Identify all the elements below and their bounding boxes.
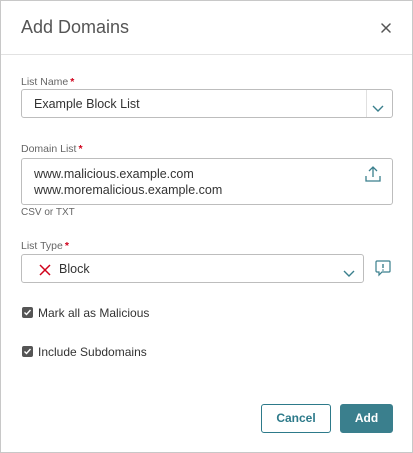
- list-name-combobox[interactable]: Example Block List: [21, 89, 393, 118]
- add-button[interactable]: Add: [340, 404, 393, 433]
- combobox-divider: [366, 90, 367, 117]
- domain-line: www.moremalicious.example.com: [34, 183, 223, 197]
- dialog-title: Add Domains: [21, 17, 130, 37]
- list-type-select[interactable]: Block: [21, 254, 364, 283]
- domain-line: www.malicious.example.com: [34, 167, 194, 181]
- include-subdomains-label: Include Subdomains: [38, 345, 147, 359]
- list-type-label: List Type *: [21, 240, 69, 252]
- chevron-down-icon[interactable]: [343, 265, 355, 277]
- list-name-value: Example Block List: [34, 97, 140, 111]
- file-type-hint: CSV or TXT: [21, 207, 75, 218]
- chevron-down-icon[interactable]: [372, 100, 384, 112]
- required-mark: *: [78, 143, 83, 155]
- mark-malicious-checkbox[interactable]: [22, 307, 33, 318]
- cancel-button[interactable]: Cancel: [261, 404, 331, 433]
- include-subdomains-checkbox[interactable]: [22, 346, 33, 357]
- mark-malicious-label: Mark all as Malicious: [38, 306, 150, 320]
- add-domains-dialog: Add Domains List Name * Example Block Lis…: [0, 0, 413, 453]
- list-name-label: List Name *: [21, 76, 75, 88]
- upload-icon[interactable]: [364, 165, 382, 183]
- domain-list-label: Domain List *: [21, 143, 83, 155]
- required-mark: *: [70, 76, 75, 88]
- close-icon[interactable]: [376, 18, 396, 38]
- domain-list-textarea[interactable]: www.malicious.example.com www.moremalici…: [21, 158, 393, 205]
- list-type-value: Block: [59, 262, 90, 276]
- info-icon[interactable]: [374, 259, 392, 277]
- x-icon: [39, 263, 51, 276]
- required-mark: *: [64, 240, 69, 252]
- dialog-header: Add Domains: [1, 1, 412, 55]
